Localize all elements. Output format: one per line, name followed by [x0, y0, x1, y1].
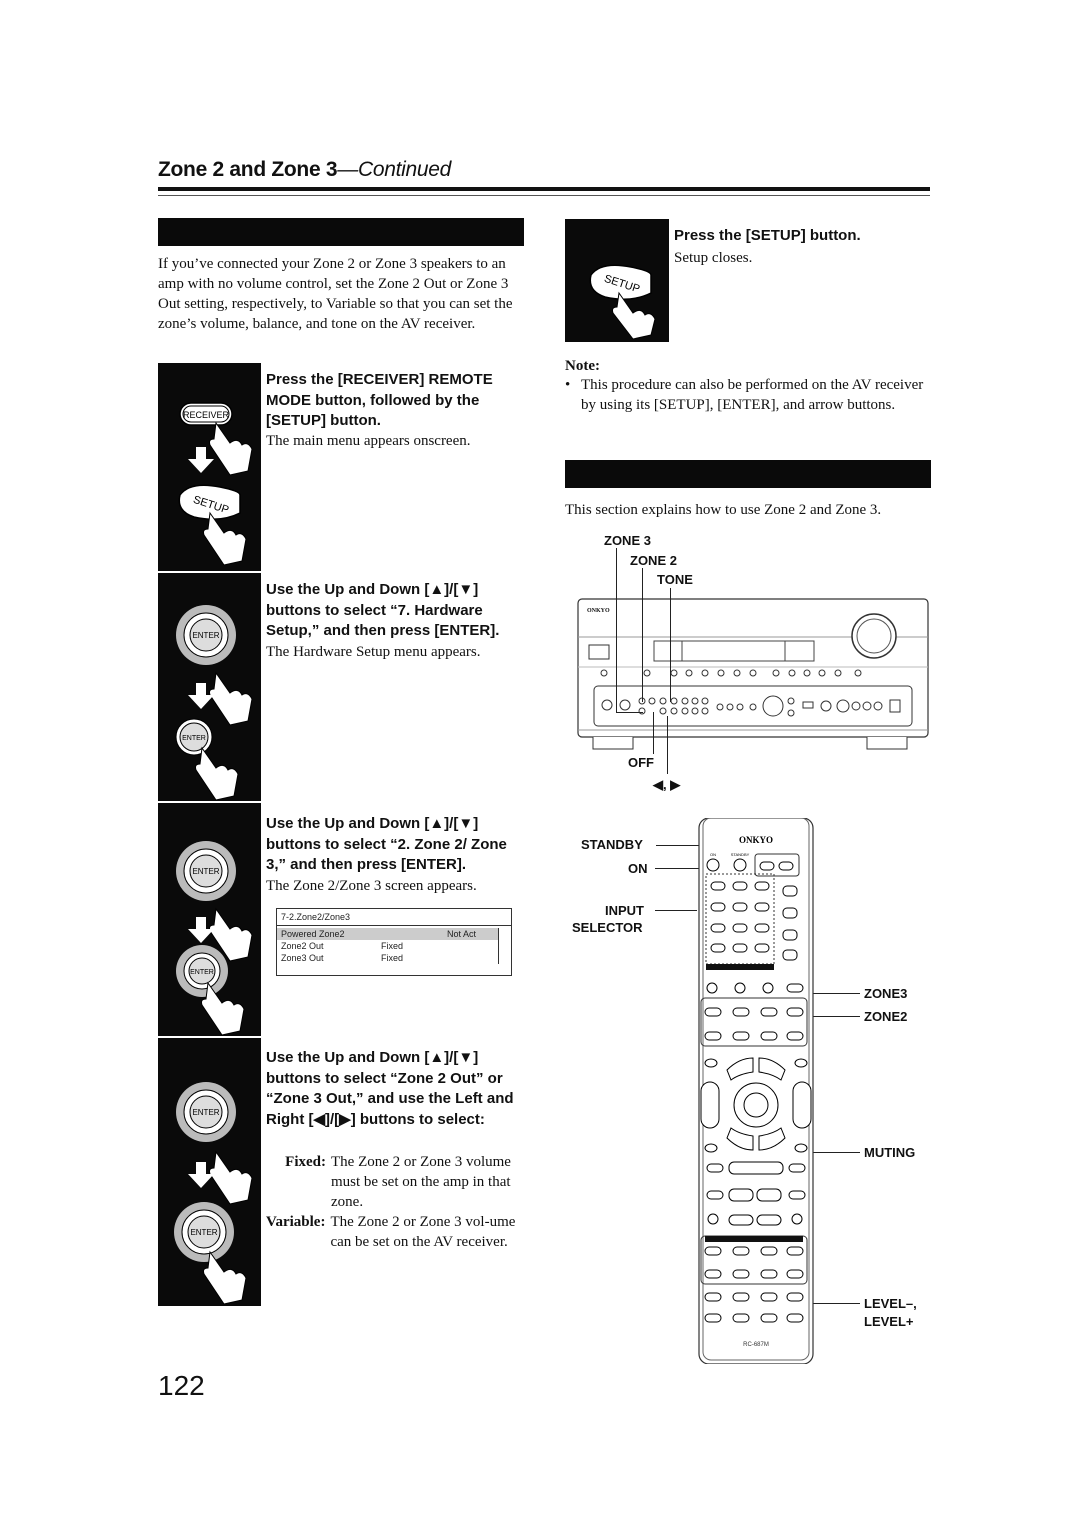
options-list: Fixed: The Zone 2 or Zone 3 volume must … [266, 1152, 526, 1252]
arrow-down-icon [188, 447, 214, 473]
step5-description: Setup closes. [674, 250, 753, 266]
callout-on: ON [628, 861, 648, 876]
note-bullet: • This procedure can also be performed o… [565, 377, 924, 413]
step3-illustration: ENTER ENTER [158, 803, 261, 1038]
osd-row[interactable]: Powered Zone2 Not Act [277, 928, 498, 940]
hand-pointer-icon [195, 746, 239, 801]
enter-button-icon: ENTER [175, 718, 213, 756]
page-number: 122 [158, 1370, 205, 1401]
callout-line [642, 568, 643, 702]
hand-pointer-icon [209, 421, 253, 476]
osd-row[interactable]: Zone2 Out Fixed [277, 940, 498, 952]
intro-paragraph: If you’ve connected your Zone 2 or Zone … [158, 256, 513, 332]
callout-standby: STANDBY [581, 837, 643, 852]
setup-button-icon: SETUP [589, 264, 652, 300]
hand-pointer-icon [612, 291, 656, 340]
enter-button-icon: ENTER [176, 605, 236, 665]
hand-pointer-icon [201, 981, 245, 1036]
osd-title: 7-2.Zone2/Zone3 [277, 909, 511, 926]
callout-line [670, 588, 671, 702]
svg-text:ENTER: ENTER [190, 969, 214, 976]
callout-level-minus: LEVEL–, [864, 1296, 917, 1311]
callout-zone2-remote: ZONE2 [864, 1009, 908, 1024]
callout-line [616, 548, 617, 712]
svg-text:ON: ON [710, 852, 716, 857]
hand-pointer-icon [209, 671, 253, 726]
av-receiver-illustration: ONKYO [577, 598, 929, 758]
enter-button-icon: ENTER [176, 841, 236, 901]
option-fixed: Fixed: The Zone 2 or Zone 3 volume must … [285, 1154, 511, 1210]
remote-model: RC-687M [743, 1342, 769, 1348]
callout-level-plus: LEVEL+ [864, 1314, 914, 1329]
header-title-suffix: —Continued [337, 158, 452, 181]
callout-input: INPUT [605, 903, 644, 918]
enter-button-icon: ENTER [176, 945, 228, 997]
remote-brand: ONKYO [739, 835, 773, 845]
header-rule-thin [158, 195, 930, 196]
step2-heading: Use the Up and Down [▲]/[▼] buttons to s… [266, 581, 500, 639]
section-heading-bar-left [158, 218, 524, 246]
svg-text:STANDBY: STANDBY [731, 852, 750, 857]
callout-line [667, 716, 668, 774]
step1-heading: Press the [RECEIVER] REMOTE MODE button,… [266, 371, 493, 429]
step3-heading: Use the Up and Down [▲]/[▼] buttons to s… [266, 815, 507, 873]
header-title: Zone 2 and Zone 3 [158, 158, 338, 181]
receiver-brand: ONKYO [587, 608, 610, 614]
callout-selector: SELECTOR [572, 920, 643, 935]
svg-text:ENTER: ENTER [192, 867, 219, 876]
step4-heading: Use the Up and Down [▲]/[▼] buttons to s… [266, 1049, 514, 1128]
callout-arrows: ◀, ▶ [653, 777, 681, 792]
step5-heading: Press the [SETUP] button. [674, 227, 861, 244]
enter-button-icon: ENTER [176, 1082, 236, 1142]
svg-text:ENTER: ENTER [182, 735, 206, 742]
callout-line [655, 910, 697, 911]
svg-text:RECEIVER: RECEIVER [183, 410, 230, 420]
callout-line [653, 712, 654, 754]
callout-zone3-remote: ZONE3 [864, 986, 908, 1001]
callout-line [616, 712, 643, 713]
callout-zone2: ZONE 2 [630, 553, 677, 568]
callout-muting: MUTING [864, 1145, 916, 1160]
section-intro: This section explains how to use Zone 2 … [565, 502, 882, 518]
step4-illustration: ENTER ENTER [158, 1038, 261, 1306]
callout-zone3: ZONE 3 [604, 533, 651, 548]
callout-tone: TONE [657, 572, 693, 587]
step2-description: The Hardware Setup menu appears. [266, 644, 481, 660]
arrow-down-icon [188, 683, 214, 709]
hand-pointer-icon [209, 1150, 253, 1205]
receiver-button-icon: RECEIVER [179, 402, 233, 426]
svg-text:ENTER: ENTER [192, 631, 219, 640]
osd-row[interactable]: Zone3 Out Fixed [277, 952, 498, 964]
enter-button-icon: ENTER [174, 1202, 234, 1262]
note-title: Note: [565, 358, 600, 374]
svg-text:ENTER: ENTER [190, 1228, 217, 1237]
remote-control-illustration: ONKYO ON STANDBY RC-687M [693, 817, 823, 1365]
osd-zone-screen: 7-2.Zone2/Zone3 Powered Zone2 Not Act Zo… [276, 908, 512, 976]
section-heading-bar-right [565, 460, 931, 488]
option-variable: Variable: The Zone 2 or Zone 3 vol-ume c… [266, 1214, 516, 1250]
bullet-icon: • [565, 377, 571, 393]
step1-illustration: RECEIVER SETUP [158, 363, 261, 573]
arrow-down-icon [188, 1162, 214, 1188]
svg-text:ENTER: ENTER [192, 1108, 219, 1117]
hand-pointer-icon [203, 511, 247, 566]
step3-description: The Zone 2/Zone 3 screen appears. [266, 878, 477, 894]
step5-illustration: SETUP [565, 219, 669, 342]
hand-pointer-icon [203, 1250, 247, 1305]
step2-illustration: ENTER ENTER [158, 573, 261, 803]
step1-description: The main menu appears onscreen. [266, 433, 471, 449]
arrow-down-icon [188, 917, 214, 943]
page-header: Zone 2 and Zone 3—Continued [158, 158, 451, 182]
header-rule-thick [158, 187, 930, 191]
